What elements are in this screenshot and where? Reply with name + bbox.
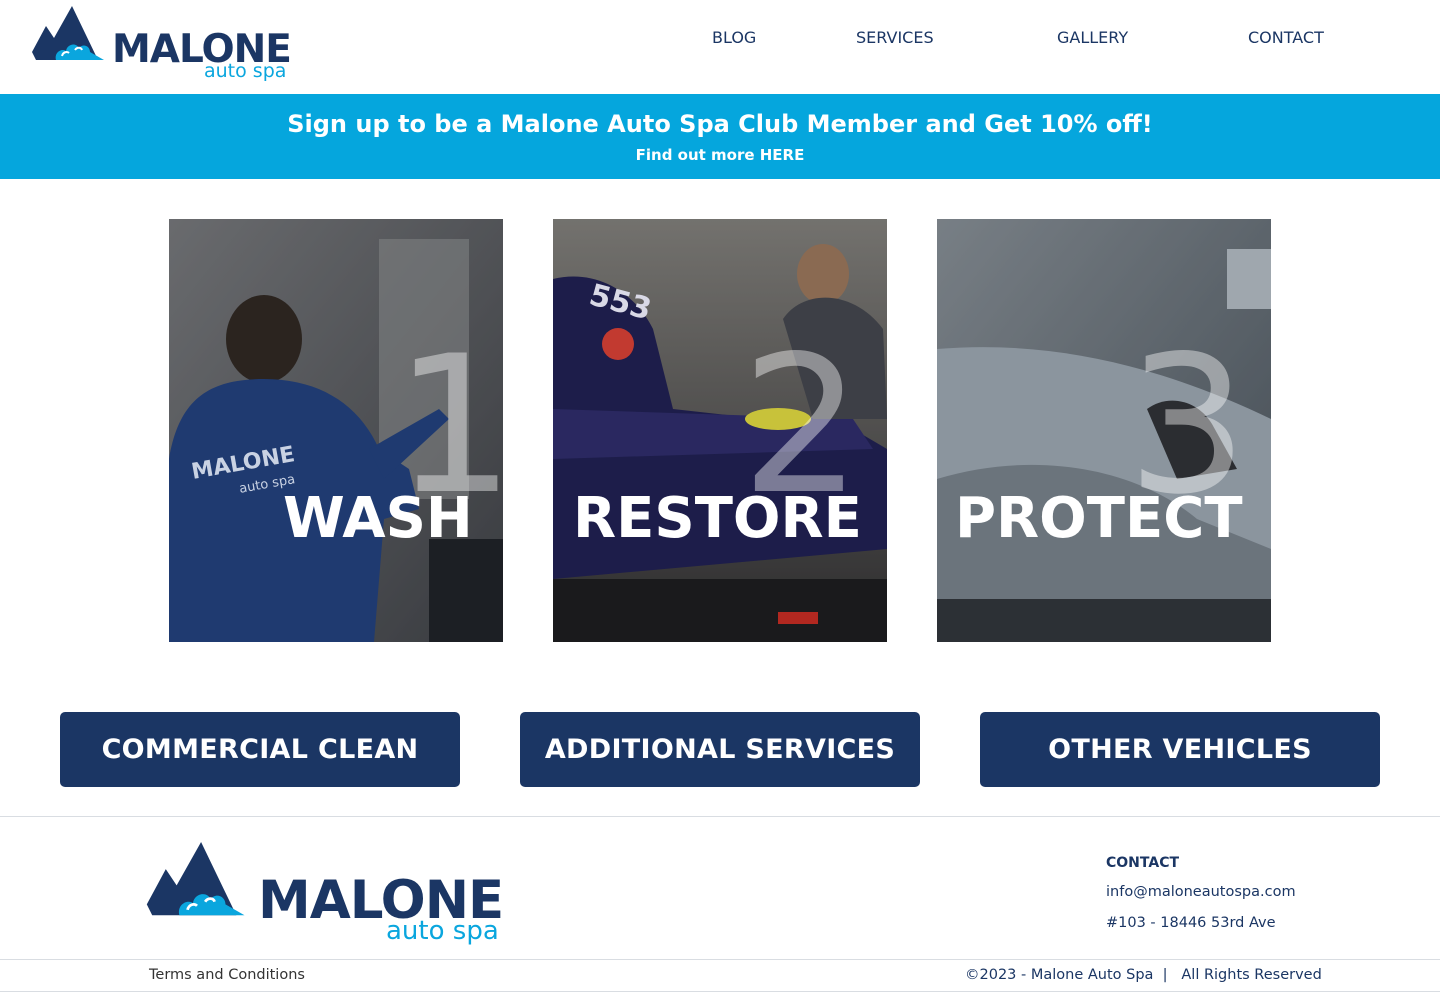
step-label: WASH xyxy=(283,486,473,551)
footer-divider-bottom xyxy=(0,991,1440,992)
brand-tagline: auto spa xyxy=(204,60,287,82)
nav-contact[interactable]: CONTACT xyxy=(1248,28,1324,47)
footer-address: #103 - 18446 53rd Ave xyxy=(1106,915,1276,931)
promo-banner: Sign up to be a Malone Auto Spa Club Mem… xyxy=(0,94,1440,179)
footer-divider-mid xyxy=(0,959,1440,960)
promo-headline: Sign up to be a Malone Auto Spa Club Mem… xyxy=(287,110,1153,138)
mountain-logo-icon xyxy=(146,842,245,916)
copyright-text: ©2023 - Malone Auto Spa | All Rights Res… xyxy=(965,967,1322,983)
nav-gallery[interactable]: GALLERY xyxy=(1057,28,1128,47)
header-logo[interactable]: MALONE auto spa xyxy=(32,6,302,82)
card-protect[interactable]: 3 PROTECT xyxy=(937,219,1271,642)
step-label: PROTECT xyxy=(955,486,1243,551)
card-restore[interactable]: 553 2 RESTORE xyxy=(553,219,887,642)
commercial-clean-button[interactable]: COMMERCIAL CLEAN xyxy=(60,712,460,787)
footer-contact-heading: CONTACT xyxy=(1106,855,1180,871)
additional-services-button[interactable]: ADDITIONAL SERVICES xyxy=(520,712,920,787)
nav-blog[interactable]: BLOG xyxy=(712,28,756,47)
site-header: MALONE auto spa BLOG SERVICES GALLERY CO… xyxy=(0,0,1440,94)
promo-link[interactable]: Find out more HERE xyxy=(0,146,1440,164)
footer-brand-tagline: auto spa xyxy=(386,916,499,946)
terms-link[interactable]: Terms and Conditions xyxy=(149,967,305,983)
footer-email-link[interactable]: info@maloneautospa.com xyxy=(1106,884,1296,900)
other-vehicles-button[interactable]: OTHER VEHICLES xyxy=(980,712,1380,787)
footer-logo[interactable]: MALONE auto spa xyxy=(146,842,516,948)
step-label: RESTORE xyxy=(573,486,862,551)
card-wash[interactable]: MALONE auto spa 1 WASH xyxy=(169,219,503,642)
nav-services[interactable]: SERVICES xyxy=(856,28,934,47)
footer-divider-top xyxy=(0,816,1440,817)
mountain-logo-icon xyxy=(32,6,104,60)
